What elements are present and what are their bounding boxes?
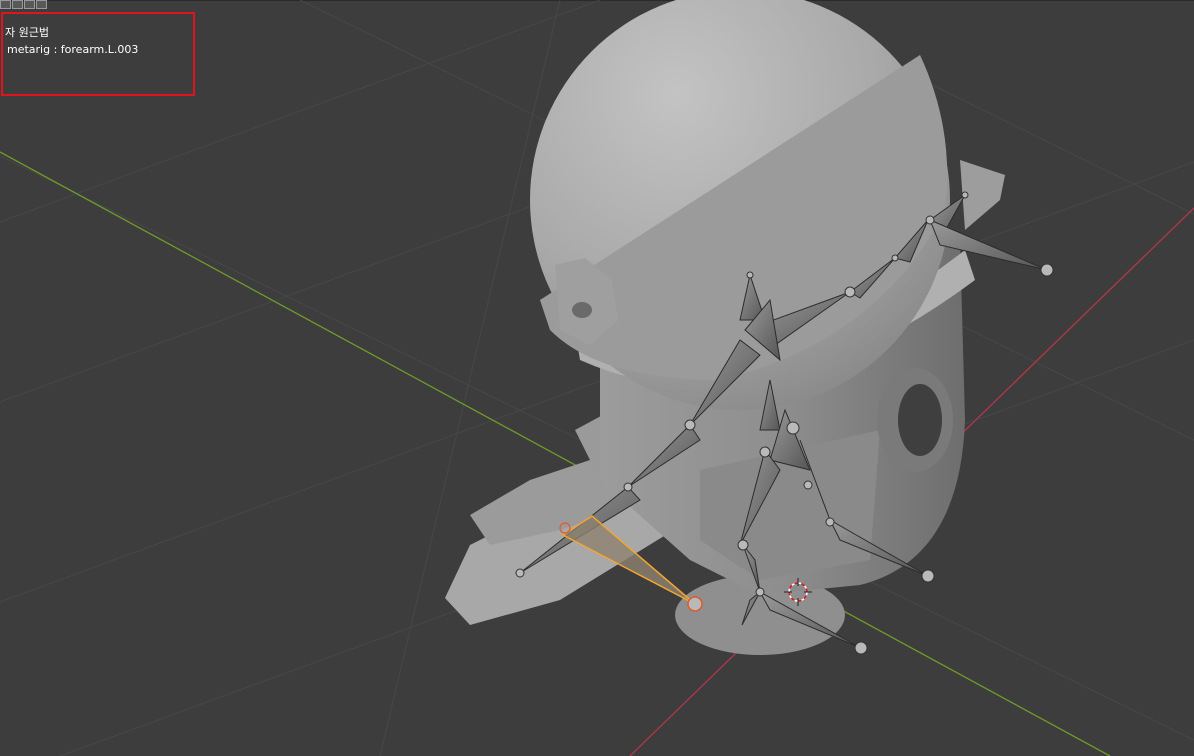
viewport-scene[interactable] xyxy=(0,0,1194,756)
active-bone-label: metarig : forearm.L.003 xyxy=(7,43,139,56)
selected-bone-tail-joint[interactable] xyxy=(687,596,703,612)
view-mode-label: 자 원근법 xyxy=(5,26,49,39)
3d-viewport[interactable]: 자 원근법 metarig : forearm.L.003 xyxy=(0,0,1194,756)
character-mesh[interactable] xyxy=(445,0,1005,655)
viewport-info-overlay: 자 원근법 metarig : forearm.L.003 xyxy=(0,0,198,98)
